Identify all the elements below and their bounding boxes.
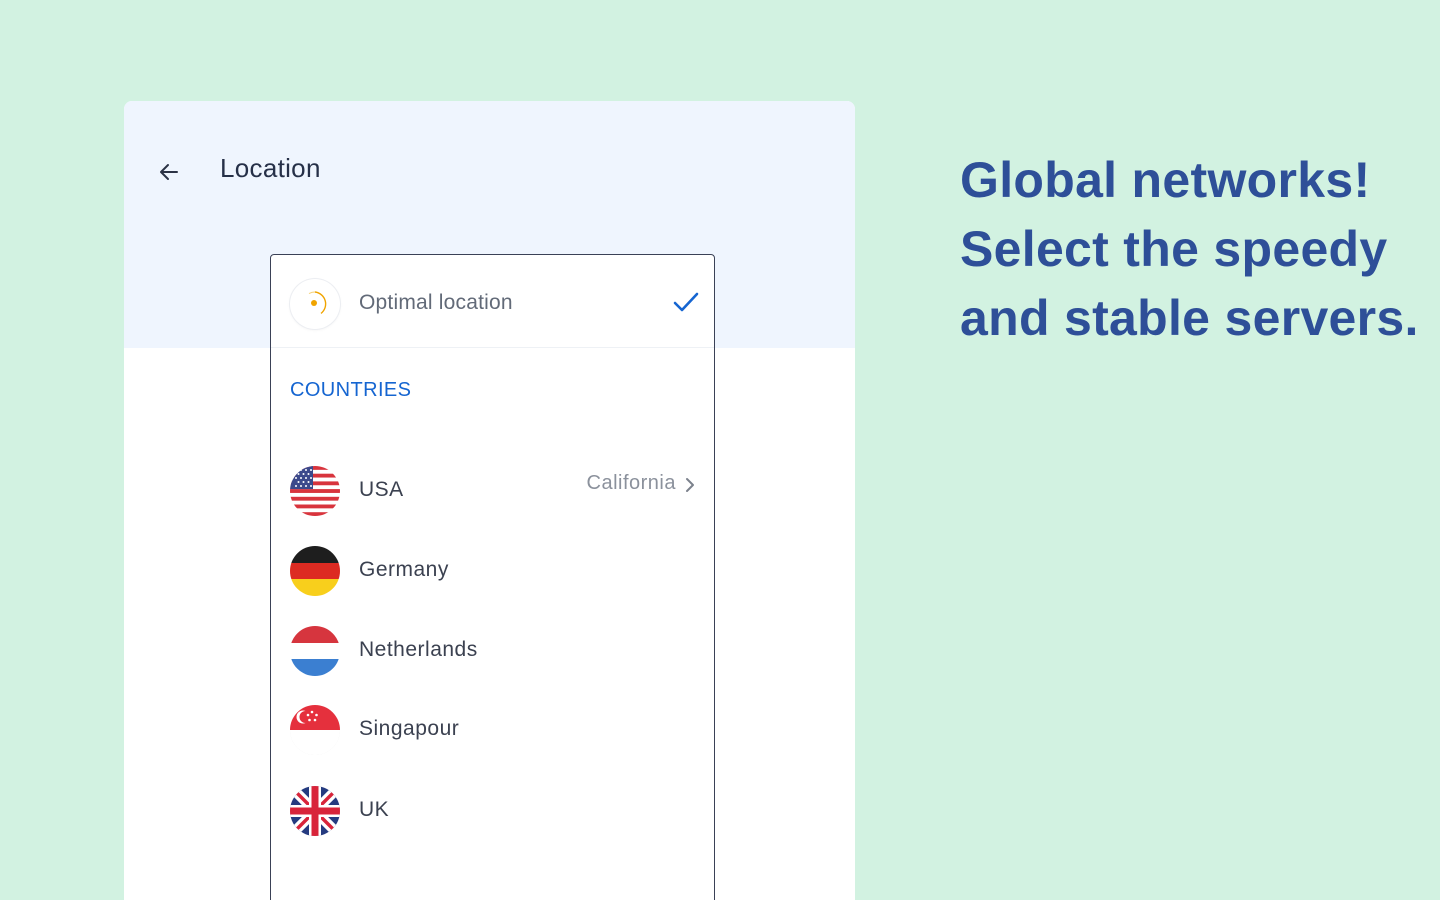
back-button[interactable]	[154, 157, 184, 187]
location-card: Location Optimal location COUNTRIES USA …	[124, 101, 855, 900]
countries-section-title: COUNTRIES	[290, 379, 412, 401]
promo-tagline: Global networks! Select the speedy and s…	[960, 146, 1430, 353]
country-row-singapore[interactable]: Singapour	[271, 699, 714, 761]
country-name: UK	[359, 798, 390, 821]
tagline-line-3: and stable servers.	[960, 290, 1419, 346]
arrow-left-icon	[160, 164, 178, 180]
page-title: Location	[220, 153, 321, 183]
country-name: Singapour	[359, 717, 460, 740]
chevron-right-icon[interactable]	[684, 476, 696, 494]
country-row-uk[interactable]: UK	[271, 780, 714, 842]
country-name: Netherlands	[359, 638, 478, 661]
country-name: USA	[359, 478, 404, 501]
sg-flag-icon	[290, 705, 340, 755]
tagline-line-1: Global networks!	[960, 152, 1371, 208]
optimal-location-label: Optimal location	[359, 291, 513, 314]
location-list-panel: Optimal location COUNTRIES USA Californi…	[270, 254, 715, 900]
tagline-line-2: Select the speedy	[960, 221, 1388, 277]
check-icon	[673, 292, 699, 312]
de-flag-icon	[290, 546, 340, 596]
us-flag-icon	[290, 466, 340, 516]
uk-flag-icon	[290, 786, 340, 836]
country-row-usa[interactable]: USA California	[271, 460, 714, 522]
optimal-location-icon	[290, 279, 340, 329]
optimal-location-row[interactable]: Optimal location	[271, 255, 714, 348]
country-row-germany[interactable]: Germany	[271, 540, 714, 602]
country-name: Germany	[359, 558, 449, 581]
nl-flag-icon	[290, 626, 340, 676]
region-label[interactable]: California	[587, 472, 676, 495]
country-row-netherlands[interactable]: Netherlands	[271, 620, 714, 682]
